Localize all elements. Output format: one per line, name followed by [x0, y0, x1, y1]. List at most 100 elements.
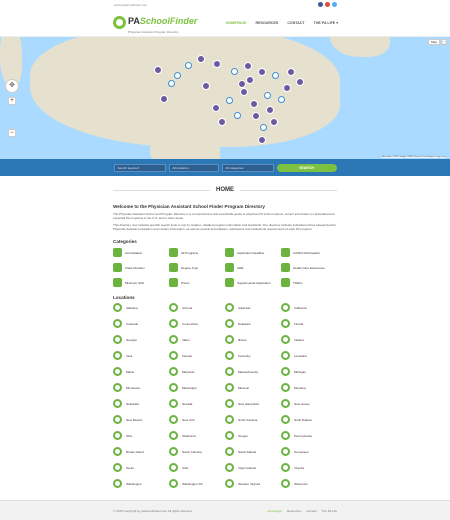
map-marker[interactable] — [226, 97, 233, 104]
map-marker[interactable] — [168, 80, 175, 87]
location-item[interactable]: New Mexico — [113, 415, 169, 424]
location-item[interactable]: Louisiana — [281, 351, 337, 360]
location-item[interactable]: Arkansas — [225, 303, 281, 312]
map-marker[interactable] — [240, 88, 248, 96]
map[interactable]: ✥ + − Map ⛶ Map data ©2015 Google, INEGI… — [0, 37, 450, 159]
footer-link[interactable]: The PA Life — [322, 509, 337, 513]
map-marker[interactable] — [287, 68, 295, 76]
category-select[interactable]: All categories — [221, 163, 274, 172]
map-marker[interactable] — [266, 106, 274, 114]
map-marker[interactable] — [258, 68, 266, 76]
location-item[interactable]: Minnesota — [113, 383, 169, 392]
location-item[interactable]: Delaware — [225, 319, 281, 328]
location-item[interactable]: Indiana — [281, 335, 337, 344]
location-item[interactable]: Oregon — [225, 431, 281, 440]
map-marker[interactable] — [264, 92, 271, 99]
location-item[interactable]: Montana — [281, 383, 337, 392]
location-item[interactable]: New York — [169, 415, 225, 424]
map-zoom-out[interactable]: − — [8, 129, 16, 137]
location-item[interactable]: Western Virginia — [225, 479, 281, 488]
map-marker[interactable] — [250, 100, 258, 108]
category-item[interactable]: Health Care Experience — [281, 263, 337, 272]
category-item[interactable]: Accreditation — [113, 248, 169, 257]
location-select[interactable]: All locations — [168, 163, 219, 172]
category-item[interactable]: Supplemental Application — [225, 278, 281, 287]
location-item[interactable]: Alabama — [113, 303, 169, 312]
logo[interactable]: PASchoolFinder Physician Assistant Progr… — [113, 11, 197, 34]
map-marker[interactable] — [244, 62, 252, 70]
location-item[interactable]: Wisconsin — [281, 479, 337, 488]
location-item[interactable]: South Dakota — [225, 447, 281, 456]
map-marker[interactable] — [231, 68, 238, 75]
map-type-button[interactable]: Map — [428, 39, 440, 45]
map-marker[interactable] — [213, 60, 221, 68]
search-button[interactable]: SEARCH — [276, 163, 337, 172]
location-item[interactable]: Virginia — [281, 463, 337, 472]
location-item[interactable]: Oklahoma — [169, 431, 225, 440]
footer-link[interactable]: Contact — [306, 509, 316, 513]
location-item[interactable]: Washington — [113, 479, 169, 488]
map-marker[interactable] — [160, 95, 168, 103]
map-zoom-in[interactable]: + — [8, 97, 16, 105]
map-marker[interactable] — [174, 72, 181, 79]
location-item[interactable]: Rhode Island — [113, 447, 169, 456]
fullscreen-icon[interactable]: ⛶ — [441, 39, 447, 45]
location-item[interactable]: New Hampshire — [225, 399, 281, 408]
location-item[interactable]: Illinois — [225, 335, 281, 344]
location-item[interactable]: Tennessee — [281, 447, 337, 456]
location-item[interactable]: Pennsylvania — [281, 431, 337, 440]
nav-homepage[interactable]: HOMEPAGE — [226, 21, 247, 25]
location-item[interactable]: California — [281, 303, 337, 312]
location-item[interactable]: New Jersey — [281, 399, 337, 408]
search-input[interactable]: Search keyword — [113, 163, 166, 172]
location-item[interactable]: Mississippi — [169, 383, 225, 392]
category-item[interactable]: All Programs — [169, 248, 225, 257]
location-item[interactable]: Colorado — [113, 319, 169, 328]
nav-pa-life[interactable]: THE PA LIFE ▾ — [314, 21, 338, 25]
facebook-icon[interactable] — [318, 2, 323, 7]
map-marker[interactable] — [260, 124, 267, 131]
location-item[interactable]: Missouri — [225, 383, 281, 392]
category-item[interactable]: Prices — [169, 278, 225, 287]
location-item[interactable]: Massachusetts — [225, 367, 281, 376]
location-item[interactable]: Maine — [113, 367, 169, 376]
footer-link[interactable]: Homepage — [267, 509, 282, 513]
location-item[interactable]: Kentucky — [225, 351, 281, 360]
nav-contact[interactable]: CONTACT — [287, 21, 304, 25]
location-item[interactable]: Kansas — [169, 351, 225, 360]
category-item[interactable]: GRE — [225, 263, 281, 272]
footer-link[interactable]: Resources — [287, 509, 301, 513]
location-item[interactable]: Arizona — [169, 303, 225, 312]
category-item[interactable]: Class Duration — [113, 263, 169, 272]
location-item[interactable]: Texas — [113, 463, 169, 472]
map-marker[interactable] — [212, 104, 220, 112]
twitter-icon[interactable] — [332, 2, 337, 7]
location-item[interactable]: Nebraska — [113, 399, 169, 408]
category-item[interactable]: CASPA Participation — [281, 248, 337, 257]
location-item[interactable]: North Dakota — [281, 415, 337, 424]
location-item[interactable]: Florida — [281, 319, 337, 328]
map-marker[interactable] — [238, 80, 246, 88]
location-item[interactable]: North Carolina — [225, 415, 281, 424]
googleplus-icon[interactable] — [325, 2, 330, 7]
location-item[interactable]: Iowa — [113, 351, 169, 360]
location-item[interactable]: Ohio — [113, 431, 169, 440]
map-marker[interactable] — [296, 78, 304, 86]
location-item[interactable]: Utah — [169, 463, 225, 472]
map-marker[interactable] — [197, 55, 205, 63]
nav-resources[interactable]: RESOURCES — [256, 21, 279, 25]
location-item[interactable]: Nevada — [169, 399, 225, 408]
location-item[interactable]: Georgia — [113, 335, 169, 344]
map-pan-control[interactable]: ✥ — [5, 79, 19, 93]
map-marker[interactable] — [252, 112, 260, 120]
map-marker[interactable] — [246, 76, 254, 84]
map-marker[interactable] — [278, 96, 285, 103]
location-item[interactable]: Connecticut — [169, 319, 225, 328]
location-item[interactable]: Washington DC — [169, 479, 225, 488]
map-marker[interactable] — [272, 72, 279, 79]
map-marker[interactable] — [202, 82, 210, 90]
map-marker[interactable] — [270, 118, 278, 126]
location-item[interactable]: Virgin Islands — [225, 463, 281, 472]
map-marker[interactable] — [234, 112, 241, 119]
map-marker[interactable] — [258, 136, 266, 144]
